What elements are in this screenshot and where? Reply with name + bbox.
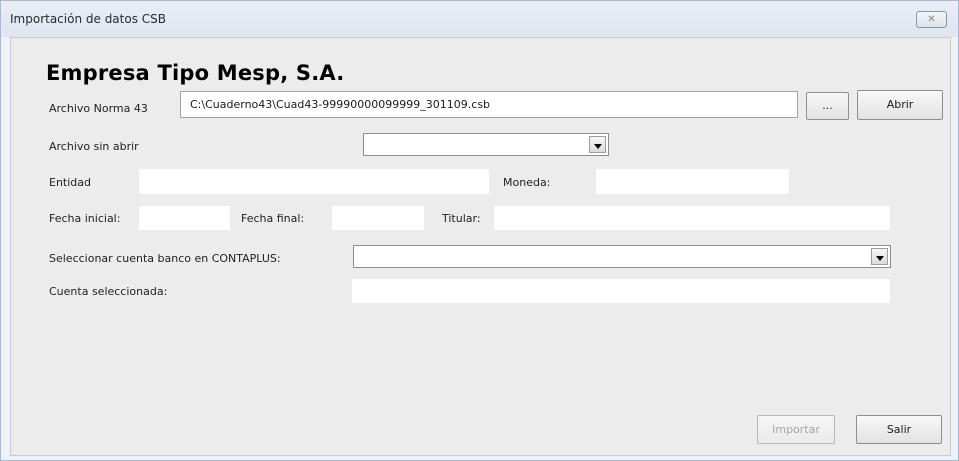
archivo-norma43-label: Archivo Norma 43 xyxy=(49,102,148,115)
fecha-final-field xyxy=(332,206,424,230)
cuenta-banco-dropdown-button[interactable] xyxy=(871,248,888,265)
archivo-norma43-input[interactable]: C:\Cuaderno43\Cuad43-99990000099999_3011… xyxy=(180,91,798,118)
cuenta-seleccionada-label: Cuenta seleccionada: xyxy=(49,285,168,298)
browse-button[interactable]: ... xyxy=(806,92,849,120)
cuenta-banco-select[interactable] xyxy=(353,245,891,268)
entidad-label: Entidad xyxy=(49,176,91,189)
close-button[interactable]: ✕ xyxy=(916,11,947,28)
open-button[interactable]: Abrir xyxy=(857,90,943,120)
archivo-sin-abrir-label: Archivo sin abrir xyxy=(49,140,139,153)
archivo-sin-abrir-dropdown-button[interactable] xyxy=(589,136,606,153)
archivo-sin-abrir-select[interactable] xyxy=(363,133,609,156)
chevron-down-icon xyxy=(876,256,884,261)
title-bar[interactable]: Importación de datos CSB ✕ xyxy=(1,1,958,37)
titular-label: Titular: xyxy=(442,212,481,225)
company-name: Empresa Tipo Mesp, S.A. xyxy=(46,61,345,85)
titular-field xyxy=(494,206,890,230)
window-title: Importación de datos CSB xyxy=(10,12,166,26)
close-icon: ✕ xyxy=(927,14,936,25)
fecha-inicial-label: Fecha inicial: xyxy=(49,212,121,225)
fecha-final-label: Fecha final: xyxy=(241,212,305,225)
cuenta-banco-label: Seleccionar cuenta banco en CONTAPLUS: xyxy=(49,252,281,265)
cuenta-seleccionada-field xyxy=(352,279,890,303)
moneda-field xyxy=(596,169,789,194)
exit-button[interactable]: Salir xyxy=(856,415,942,444)
import-button[interactable]: Importar xyxy=(757,415,835,444)
fecha-inicial-field xyxy=(139,206,230,230)
entidad-field xyxy=(139,169,489,194)
moneda-label: Moneda: xyxy=(503,176,551,189)
archivo-norma43-value: C:\Cuaderno43\Cuad43-99990000099999_3011… xyxy=(190,98,491,111)
chevron-down-icon xyxy=(594,144,602,149)
